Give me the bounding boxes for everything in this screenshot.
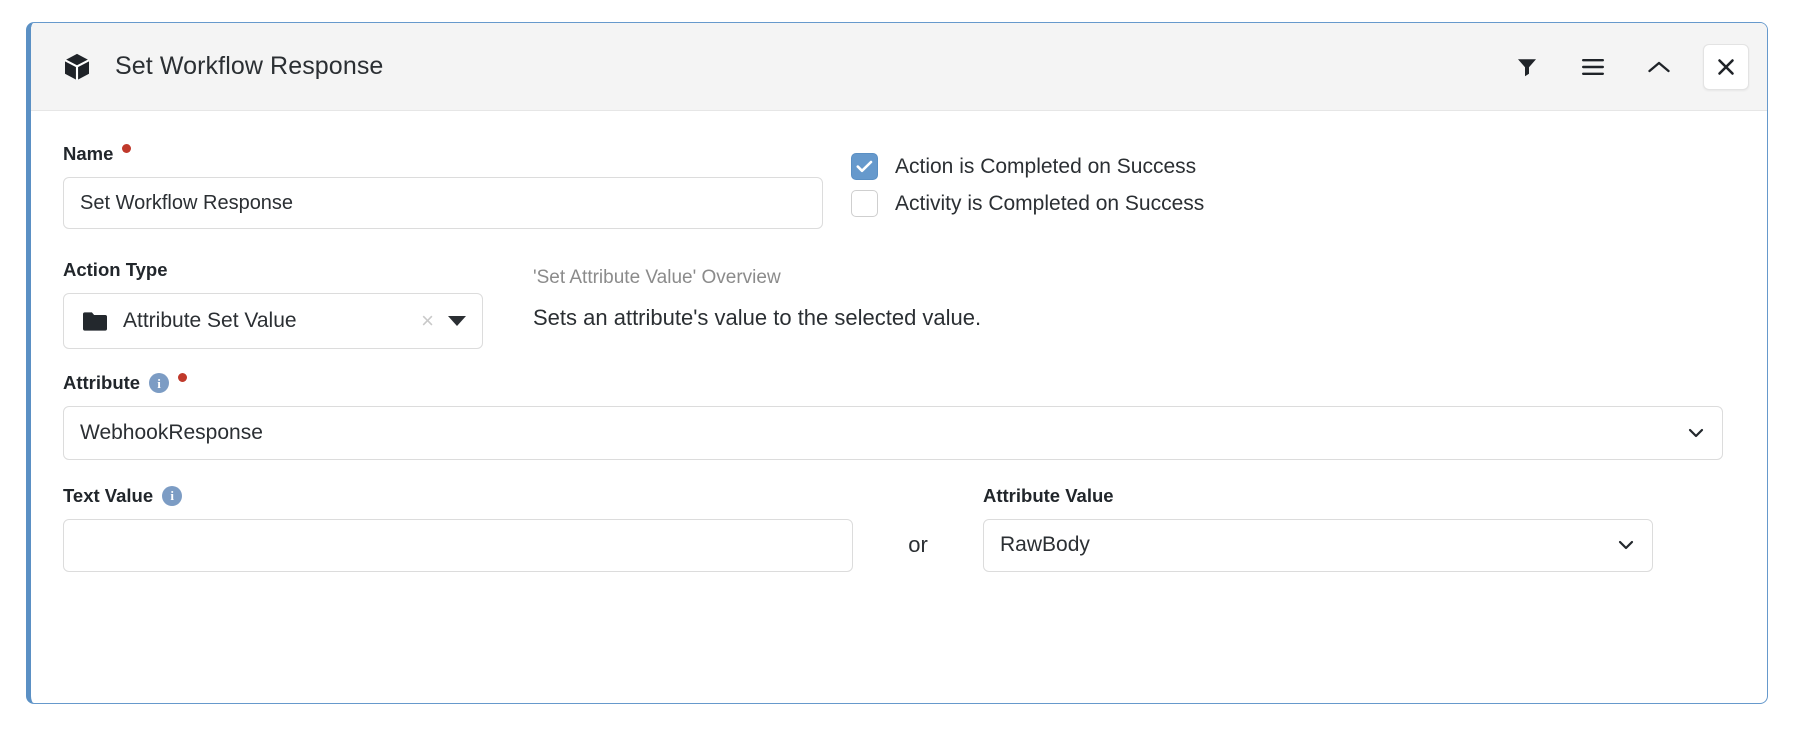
name-row: Name Action is Completed on Success	[63, 143, 1733, 229]
overview-title: 'Set Attribute Value' Overview	[533, 267, 781, 288]
attribute-value-text: WebhookResponse	[80, 420, 263, 444]
value-row: Text Value i or Attribute Value RawBody	[63, 484, 1733, 572]
overview-description: Sets an attribute's value to the selecte…	[533, 305, 982, 330]
action-type-label-wrap: Action Type	[63, 259, 168, 280]
clear-action-type-icon[interactable]: ×	[411, 310, 444, 332]
action-overview: 'Set Attribute Value' Overview Sets an a…	[533, 261, 981, 331]
filter-button[interactable]	[1505, 45, 1549, 89]
name-label-wrap: Name	[63, 143, 132, 164]
action-type-select[interactable]: Attribute Set Value ×	[63, 293, 483, 349]
activity-completed-label: Activity is Completed on Success	[895, 191, 1205, 215]
name-field-group: Name	[63, 143, 823, 229]
attribute-value-group: Attribute Value RawBody	[983, 484, 1653, 572]
activity-completed-checkbox[interactable]	[851, 190, 878, 217]
screen-root: Set Workflow Response Name Set Workflow …	[0, 0, 1794, 732]
activity-completed-checkbox-row[interactable]: Activity is Completed on Success	[851, 190, 1204, 217]
action-completed-checkbox-row[interactable]: Action is Completed on Success	[851, 153, 1204, 180]
dropdown-caret-icon[interactable]	[448, 316, 466, 326]
attribute-value-label: Attribute Value	[983, 484, 1114, 506]
name-input[interactable]	[63, 177, 823, 229]
action-completed-checkbox[interactable]	[851, 153, 878, 180]
chevron-up-icon	[1647, 59, 1671, 75]
completion-options: Action is Completed on Success Activity …	[851, 145, 1204, 217]
cube-icon	[61, 51, 93, 83]
action-type-group: Action Type Attribute Set Value ×	[63, 259, 533, 349]
attribute-value-label-wrap: Attribute Value	[983, 484, 1114, 506]
action-completed-label: Action is Completed on Success	[895, 154, 1197, 178]
attribute-row: Attribute i WebhookResponse	[63, 371, 1733, 460]
filter-icon	[1516, 56, 1538, 78]
close-icon	[1716, 57, 1736, 77]
info-icon[interactable]: i	[149, 373, 170, 393]
card-body: Name Action is Completed on Success	[31, 111, 1767, 572]
attribute-select[interactable]: WebhookResponse	[63, 405, 1723, 460]
menu-icon	[1581, 57, 1605, 77]
attribute-value-selected-text: RawBody	[1000, 533, 1090, 556]
menu-button[interactable]	[1571, 45, 1615, 89]
close-button[interactable]	[1703, 43, 1749, 90]
text-value-group: Text Value i	[63, 484, 853, 572]
action-type-label: Action Type	[63, 259, 168, 280]
card-header-actions	[1505, 43, 1749, 90]
chevron-down-icon[interactable]	[1616, 535, 1636, 555]
action-config-card: Set Workflow Response Name Set Workflow …	[26, 22, 1768, 704]
collapse-button[interactable]	[1637, 45, 1681, 89]
action-type-row: Action Type Attribute Set Value × 'Set A…	[63, 259, 1733, 349]
required-indicator-icon	[122, 143, 132, 153]
attribute-label: Attribute	[63, 371, 141, 393]
attribute-label-wrap: Attribute i	[63, 371, 188, 393]
folder-icon	[82, 311, 108, 332]
attribute-value-select[interactable]: RawBody	[983, 518, 1653, 572]
action-type-value: Attribute Set Value	[123, 309, 297, 332]
info-icon[interactable]: i	[162, 485, 183, 506]
text-value-input[interactable]	[63, 518, 853, 572]
page-title: Set Workflow Response	[115, 52, 384, 80]
card-header: Set Workflow Response	[31, 23, 1767, 111]
or-separator: or	[908, 531, 928, 557]
chevron-down-icon[interactable]	[1686, 423, 1706, 443]
text-value-label-wrap: Text Value i	[63, 484, 183, 506]
card-header-left: Set Workflow Response	[61, 51, 1505, 83]
name-label: Name	[63, 143, 114, 164]
text-value-label: Text Value	[63, 484, 154, 506]
required-indicator-icon	[178, 372, 188, 382]
